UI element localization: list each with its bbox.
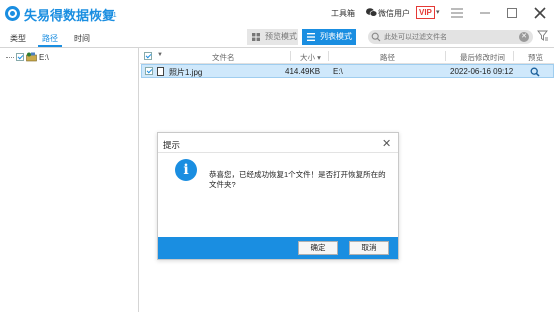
preview-mode-button[interactable]: 预览模式	[247, 29, 298, 45]
wechat-icon	[366, 8, 377, 17]
title-bar: 失易得数据恢复 8.51 工具箱 微信用户 VIP ▾	[0, 0, 554, 28]
cancel-button[interactable]: 取消	[349, 241, 389, 255]
list-icon	[307, 33, 315, 41]
col-preview[interactable]: 预览	[528, 52, 543, 63]
ok-button[interactable]: 确定	[298, 241, 338, 255]
tab-active-indicator	[38, 45, 62, 47]
tab-time[interactable]: 时间	[74, 33, 90, 44]
search-input[interactable]	[384, 31, 514, 43]
list-mode-label: 列表模式	[320, 32, 352, 41]
vip-badge[interactable]: VIP	[416, 6, 435, 19]
row-file-modified: 2022-06-16 09:12	[450, 67, 514, 76]
table-row[interactable]: 照片1.jpg 414.49KB E:\ 2022-06-16 09:12	[141, 64, 554, 78]
col-separator	[290, 51, 291, 61]
list-mode-button[interactable]: 列表模式	[302, 29, 356, 45]
dialog-message: 恭喜您，已经成功恢复1个文件！是否打开恢复所在的文件夹?	[209, 170, 386, 189]
menu-icon[interactable]	[448, 4, 466, 22]
tab-type[interactable]: 类型	[10, 33, 26, 44]
tree-item-label: E:\	[39, 52, 49, 62]
search-icon	[371, 32, 381, 42]
tree-connector	[6, 56, 14, 58]
col-path[interactable]: 路径	[380, 52, 395, 63]
preview-search-icon[interactable]	[530, 67, 540, 77]
col-name[interactable]: 文件名	[212, 52, 235, 63]
row-file-name: 照片1.jpg	[169, 68, 203, 77]
image-file-icon	[157, 67, 164, 76]
grid-icon	[252, 33, 260, 41]
search-box: ✕	[368, 30, 533, 44]
folder-tree: E:\	[0, 48, 139, 312]
row-file-path: E:\	[333, 67, 343, 76]
tree-item-drive-e[interactable]: E:\	[6, 51, 49, 63]
app-version: 8.51	[103, 12, 117, 19]
dialog-close-icon[interactable]: ✕	[382, 137, 391, 150]
tab-path[interactable]: 路径	[42, 33, 58, 44]
col-separator	[445, 51, 446, 61]
col-separator	[328, 51, 329, 61]
filter-icon[interactable]	[537, 30, 549, 42]
maximize-icon[interactable]	[503, 4, 521, 22]
col-separator	[513, 51, 514, 61]
dialog-title: 提示	[163, 140, 181, 150]
minimize-icon[interactable]	[476, 4, 494, 22]
user-menu-caret-icon[interactable]: ▾	[436, 8, 440, 16]
restore-complete-dialog: 提示 ✕ i 恭喜您，已经成功恢复1个文件！是否打开恢复所在的文件夹? 确定 取…	[157, 132, 399, 260]
select-all-checkbox[interactable]	[144, 52, 152, 60]
col-modified[interactable]: 最后修改时间	[460, 52, 505, 63]
info-icon: i	[175, 159, 197, 181]
drive-icon	[26, 52, 37, 62]
col-size[interactable]: 大小 ▾	[300, 52, 321, 63]
tree-checkbox[interactable]	[16, 53, 24, 61]
user-name[interactable]: 微信用户	[378, 8, 410, 19]
tab-bar: 类型 路径 时间 预览模式 列表模式 ✕	[0, 29, 554, 48]
close-icon[interactable]	[531, 4, 549, 22]
search-clear-icon[interactable]: ✕	[519, 32, 529, 42]
select-dropdown-icon[interactable]: ▼	[157, 52, 163, 58]
preview-mode-label: 预览模式	[265, 32, 297, 41]
app-logo-icon	[5, 6, 20, 21]
dialog-divider	[158, 152, 398, 153]
row-checkbox[interactable]	[145, 67, 153, 75]
toolbox-link[interactable]: 工具箱	[331, 8, 355, 19]
row-file-size: 414.49KB	[285, 67, 321, 76]
file-table-header: ▼ 文件名 大小 ▾ 路径 最后修改时间 预览	[140, 49, 554, 64]
app-name: 失易得数据恢复	[24, 8, 116, 23]
